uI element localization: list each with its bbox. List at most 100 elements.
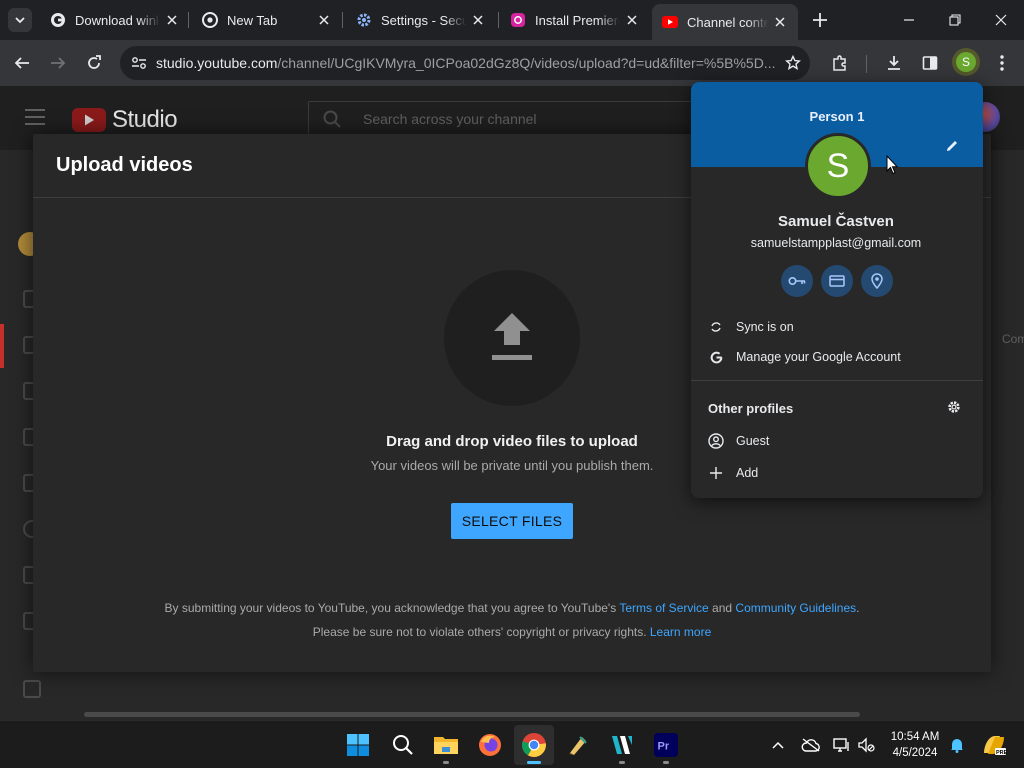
upload-drop-zone[interactable] [444,270,580,406]
youtube-logo-icon [72,108,106,132]
volume-tray[interactable] [856,733,876,757]
side-panel-button[interactable] [914,47,946,79]
minimize-button[interactable] [886,0,932,40]
url-host: studio.youtube.com [156,55,278,71]
bookmark-star-icon[interactable] [776,46,810,80]
passwords-button[interactable] [781,265,813,297]
community-guidelines-link[interactable]: Community Guidelines [735,601,856,615]
filmora-icon [612,736,632,754]
extensions-button[interactable] [824,47,856,79]
legal-text: By submitting your videos to YouTube, yo… [164,601,620,615]
network-tray[interactable] [832,733,852,757]
guest-profile-row[interactable]: Guest [707,429,769,453]
terms-of-service-link[interactable]: Terms of Service [619,601,708,615]
manage-google-account-row[interactable]: Manage your Google Account [707,345,901,369]
file-explorer-button[interactable] [426,725,466,765]
notifications-button[interactable] [948,733,966,757]
add-label: Add [736,466,759,480]
payment-methods-button[interactable] [821,265,853,297]
back-button[interactable] [6,47,38,79]
location-pin-icon [871,273,883,289]
chrome-taskbar-button[interactable] [514,725,554,765]
learn-more-link[interactable]: Learn more [650,625,711,639]
plus-icon [813,13,827,27]
sync-label: Sync is on [736,320,794,334]
studio-logo[interactable]: Studio [72,106,178,134]
credit-card-icon [829,275,845,287]
tab-title: New Tab [227,12,278,28]
close-icon[interactable] [470,12,486,28]
clock-time: 10:54 AM [890,731,940,743]
tab-separator [342,12,343,28]
settings-gear-icon [356,12,372,28]
studio-search-input[interactable]: Search across your channel [308,101,728,137]
close-icon [995,14,1007,26]
guest-user-icon [707,433,725,449]
premiere-pro-button[interactable]: Pr [646,725,686,765]
onedrive-tray[interactable] [800,733,822,757]
more-vertical-icon [1000,55,1004,71]
horizontal-scrollbar[interactable] [84,712,860,717]
edit-pencil-icon[interactable] [945,139,959,158]
site-info-icon[interactable] [122,46,156,80]
tab-channel-content[interactable]: Channel conte [652,4,798,40]
firefox-button[interactable] [470,725,510,765]
manage-profiles-gear-icon[interactable] [947,400,961,419]
addresses-button[interactable] [861,265,893,297]
add-profile-row[interactable]: Add [707,461,758,485]
restore-button[interactable] [932,0,978,40]
studio-logo-text: Studio [112,106,178,133]
upload-arrow-icon [492,313,532,360]
close-icon[interactable] [316,12,332,28]
google-g-icon [707,351,725,364]
premiere-pro-icon: Pr [654,733,678,757]
hamburger-menu-icon[interactable] [24,108,46,131]
tab-search-button[interactable] [8,8,32,32]
menu-divider [691,380,983,381]
speaker-muted-icon [858,737,875,753]
feedback-icon[interactable] [23,680,41,698]
close-icon[interactable] [624,12,640,28]
svg-text:PRE: PRE [996,750,1007,756]
close-icon[interactable] [772,14,788,30]
chrome-menu-button[interactable] [986,47,1018,79]
tab-new-tab[interactable]: New Tab [192,6,342,34]
account-email: samuelstampplast@gmail.com [750,236,922,250]
running-indicator [619,761,625,764]
restore-icon [949,14,961,26]
copilot-button[interactable]: PRE [980,733,1008,757]
arrow-right-icon [51,57,66,69]
puzzle-icon [833,55,846,71]
tab-download[interactable]: Download winl [40,6,190,34]
close-icon[interactable] [164,12,180,28]
tab-title: Channel conte [687,14,768,30]
search-icon [393,735,413,755]
reload-button[interactable] [78,47,110,79]
downloads-button[interactable] [878,47,910,79]
start-button[interactable] [338,725,378,765]
tab-settings[interactable]: Settings - Secu [346,6,496,34]
clock-date: 4/5/2024 [892,747,938,759]
forward-button[interactable] [42,47,74,79]
app-button[interactable] [558,725,598,765]
sync-status-row[interactable]: Sync is on [707,315,794,339]
close-window-button[interactable] [978,0,1024,40]
new-tab-button[interactable] [808,8,832,32]
tab-install-premiere[interactable]: Install Premiere [500,6,650,34]
sync-icon [707,321,725,333]
network-icon [833,738,849,752]
taskbar-clock[interactable]: 10:54 AM 4/5/2024 [880,729,950,761]
filmora-button[interactable] [602,725,642,765]
plus-icon [707,467,725,479]
address-bar[interactable]: studio.youtube.com/channel/UCgIKVMyra_0I… [120,46,810,80]
taskbar-search-button[interactable] [383,725,423,765]
profile-name-label: Person 1 [809,109,865,124]
show-hidden-icons-button[interactable] [770,733,786,757]
tab-title: Settings - Secu [381,12,466,28]
url-path: /channel/UCgIKVMyra_0ICPoa02dGz8Q/videos… [277,55,776,71]
profile-button[interactable]: S [952,48,980,76]
search-placeholder: Search across your channel [363,111,537,127]
minimize-icon [904,19,914,21]
running-indicator [527,761,541,764]
select-files-button[interactable]: SELECT FILES [451,503,573,539]
